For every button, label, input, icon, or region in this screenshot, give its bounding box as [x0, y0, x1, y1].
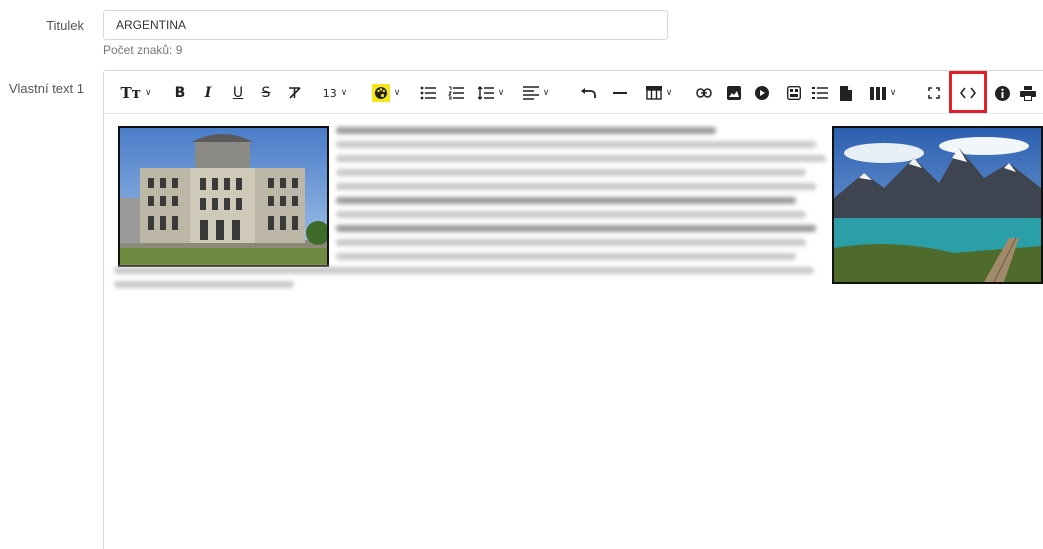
- italic-icon: I: [204, 85, 212, 101]
- chevron-down-icon: ∨: [889, 88, 897, 98]
- link-button[interactable]: [694, 79, 714, 107]
- template-icon: [787, 86, 801, 100]
- clear-format-icon: [287, 85, 303, 101]
- table-dropdown[interactable]: ∨: [640, 79, 678, 107]
- template-button[interactable]: [784, 79, 804, 107]
- horizontal-rule-button[interactable]: [610, 79, 630, 107]
- editor-content[interactable]: [104, 115, 1043, 549]
- chevron-down-icon: ∨: [340, 88, 348, 98]
- print-button[interactable]: [1018, 79, 1038, 107]
- columns-dropdown[interactable]: ∨: [864, 79, 902, 107]
- font-size-dropdown[interactable]: 13 ∨: [318, 79, 352, 107]
- palette-icon: [371, 84, 390, 102]
- strikethrough-button[interactable]: S: [256, 79, 276, 107]
- info-button[interactable]: [992, 79, 1012, 107]
- list-icon: [812, 87, 828, 99]
- code-view-button[interactable]: [956, 79, 980, 107]
- strikethrough-icon: S: [261, 85, 271, 101]
- print-icon: [1020, 85, 1036, 101]
- numbered-list-button[interactable]: [446, 79, 466, 107]
- color-dropdown[interactable]: ∨: [366, 79, 406, 107]
- title-label: Titulek: [46, 18, 84, 33]
- italic-button[interactable]: I: [198, 79, 218, 107]
- underline-button[interactable]: U: [228, 79, 248, 107]
- align-dropdown[interactable]: ∨: [518, 79, 554, 107]
- clear-format-button[interactable]: [284, 79, 306, 107]
- line-height-dropdown[interactable]: ∨: [474, 79, 508, 107]
- horizontal-rule-icon: [613, 86, 627, 100]
- text-style-icon: Tт: [120, 84, 141, 102]
- fullscreen-button[interactable]: [924, 79, 944, 107]
- landscape-image[interactable]: [832, 126, 1043, 284]
- image-icon: [727, 86, 741, 100]
- line-height-icon: [477, 86, 494, 100]
- fullscreen-icon: [928, 87, 940, 99]
- video-button[interactable]: [752, 79, 772, 107]
- text-style-button[interactable]: Tт ∨: [118, 79, 154, 107]
- building-image[interactable]: [118, 126, 329, 267]
- chevron-down-icon: ∨: [497, 88, 505, 98]
- link-icon: [696, 88, 712, 98]
- info-icon: [994, 85, 1010, 101]
- char-count: Počet znaků: 9: [103, 43, 183, 57]
- bold-icon: B: [174, 85, 186, 101]
- table-icon: [645, 86, 662, 100]
- bullet-list-icon: [420, 86, 436, 100]
- bold-button[interactable]: B: [170, 79, 190, 107]
- numbered-list-icon: [448, 86, 464, 100]
- chevron-down-icon: ∨: [665, 88, 673, 98]
- columns-icon: [869, 86, 886, 100]
- chevron-down-icon: ∨: [393, 88, 401, 98]
- image-button[interactable]: [724, 79, 744, 107]
- chevron-down-icon: ∨: [144, 88, 152, 98]
- chevron-down-icon: ∨: [542, 88, 550, 98]
- video-icon: [755, 86, 769, 100]
- custom-text-label: Vlastní text 1: [8, 81, 84, 96]
- bullet-list-button[interactable]: [418, 79, 438, 107]
- code-view-icon: [960, 87, 976, 99]
- undo-button[interactable]: [578, 79, 598, 107]
- title-input[interactable]: ARGENTINA: [103, 10, 668, 40]
- undo-icon: [580, 86, 596, 100]
- rich-text-editor[interactable]: Tт ∨ B I U S 13 ∨ ∨ ∨ ∨ ∨ ∨: [103, 70, 1043, 549]
- file-button[interactable]: [836, 79, 856, 107]
- file-icon: [840, 85, 852, 101]
- align-icon: [522, 86, 539, 100]
- font-size-value: 13: [322, 86, 337, 100]
- editor-toolbar: Tт ∨ B I U S 13 ∨ ∨ ∨ ∨ ∨ ∨: [104, 71, 1043, 114]
- underline-icon: U: [232, 85, 244, 101]
- list-button[interactable]: [810, 79, 830, 107]
